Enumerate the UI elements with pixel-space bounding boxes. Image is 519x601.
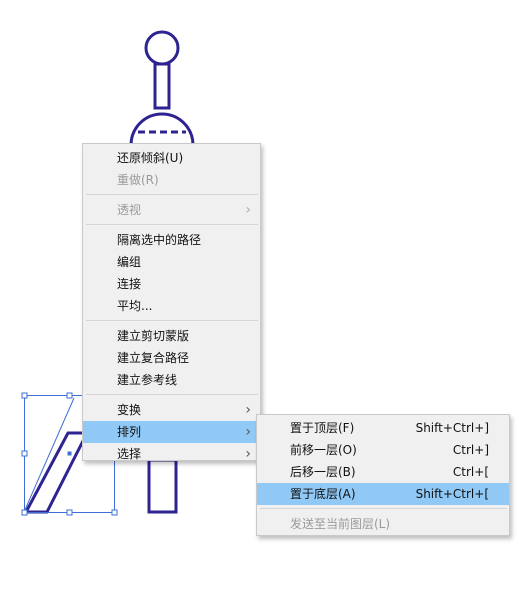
menu-item-label: 排列 <box>117 425 142 439</box>
menu-item-label: 变换 <box>117 403 142 417</box>
center-point <box>67 451 72 456</box>
menu-item-redo: 重做(R) <box>83 169 260 191</box>
submenu-item-send-to-current-layer: 发送至当前图层(L) <box>257 513 509 535</box>
menu-separator <box>86 320 258 321</box>
menu-item-label: 平均... <box>117 299 153 313</box>
menu-item-shortcut: Ctrl+] <box>452 443 489 457</box>
menu-item-label: 隔离选中的路径 <box>117 233 202 247</box>
resize-handle-ml[interactable] <box>21 450 28 457</box>
menu-item-label: 前移一层(O) <box>290 443 357 457</box>
menu-item-label: 建立复合路径 <box>117 351 190 365</box>
resize-handle-br[interactable] <box>111 509 118 516</box>
joystick-base-stem <box>147 458 178 514</box>
submenu-item-send-to-back[interactable]: 置于底层(A) Shift+Ctrl+[ <box>257 483 509 505</box>
context-menu: 还原倾斜(U) 重做(R) 透视 › 隔离选中的路径 编组 连接 平均... 建立… <box>82 143 261 462</box>
joystick-shaft <box>153 62 171 110</box>
chevron-right-icon: › <box>245 402 251 418</box>
selected-parallelogram[interactable] <box>23 431 90 514</box>
joystick-knob <box>144 30 180 66</box>
menu-item-select[interactable]: 选择 › <box>83 443 260 465</box>
menu-item-label: 置于顶层(F) <box>290 421 355 435</box>
menu-separator <box>260 508 507 509</box>
joystick-dome <box>129 112 195 146</box>
menu-item-arrange[interactable]: 排列 › <box>83 421 260 443</box>
chevron-right-icon: › <box>245 202 251 218</box>
menu-item-perspective: 透视 › <box>83 199 260 221</box>
menu-separator <box>86 224 258 225</box>
menu-item-shortcut: Shift+Ctrl+] <box>415 421 489 435</box>
submenu-item-bring-forward[interactable]: 前移一层(O) Ctrl+] <box>257 439 509 461</box>
menu-item-label: 发送至当前图层(L) <box>290 517 391 531</box>
arrange-submenu: 置于顶层(F) Shift+Ctrl+] 前移一层(O) Ctrl+] 后移一层(B… <box>256 414 510 536</box>
chevron-right-icon: › <box>245 424 251 440</box>
resize-handle-tl[interactable] <box>21 392 28 399</box>
menu-item-join[interactable]: 连接 <box>83 273 260 295</box>
menu-item-label: 连接 <box>117 277 142 291</box>
menu-item-shortcut: Shift+Ctrl+[ <box>415 487 489 501</box>
menu-item-shortcut: Ctrl+[ <box>452 465 489 479</box>
resize-handle-bm[interactable] <box>66 509 73 516</box>
menu-item-make-clipping-mask[interactable]: 建立剪切蒙版 <box>83 325 260 347</box>
menu-item-average[interactable]: 平均... <box>83 295 260 317</box>
menu-item-make-guides[interactable]: 建立参考线 <box>83 369 260 391</box>
submenu-item-bring-to-front[interactable]: 置于顶层(F) Shift+Ctrl+] <box>257 417 509 439</box>
menu-item-label: 置于底层(A) <box>290 487 356 501</box>
chevron-right-icon: › <box>245 446 251 462</box>
menu-item-label: 编组 <box>117 255 142 269</box>
menu-separator <box>86 194 258 195</box>
menu-item-group[interactable]: 编组 <box>83 251 260 273</box>
menu-item-label: 还原倾斜(U) <box>117 151 184 165</box>
menu-item-label: 建立剪切蒙版 <box>117 329 190 343</box>
menu-item-isolate-path[interactable]: 隔离选中的路径 <box>83 229 260 251</box>
menu-item-label: 选择 <box>117 447 142 461</box>
menu-item-label: 建立参考线 <box>117 373 178 387</box>
menu-item-label: 重做(R) <box>117 173 159 187</box>
menu-separator <box>86 394 258 395</box>
submenu-item-send-backward[interactable]: 后移一层(B) Ctrl+[ <box>257 461 509 483</box>
menu-item-make-compound-path[interactable]: 建立复合路径 <box>83 347 260 369</box>
resize-handle-tm[interactable] <box>66 392 73 399</box>
menu-item-label: 后移一层(B) <box>290 465 356 479</box>
menu-item-transform[interactable]: 变换 › <box>83 399 260 421</box>
menu-item-label: 透视 <box>117 203 142 217</box>
resize-handle-bl[interactable] <box>21 509 28 516</box>
menu-item-undo-skew[interactable]: 还原倾斜(U) <box>83 147 260 169</box>
